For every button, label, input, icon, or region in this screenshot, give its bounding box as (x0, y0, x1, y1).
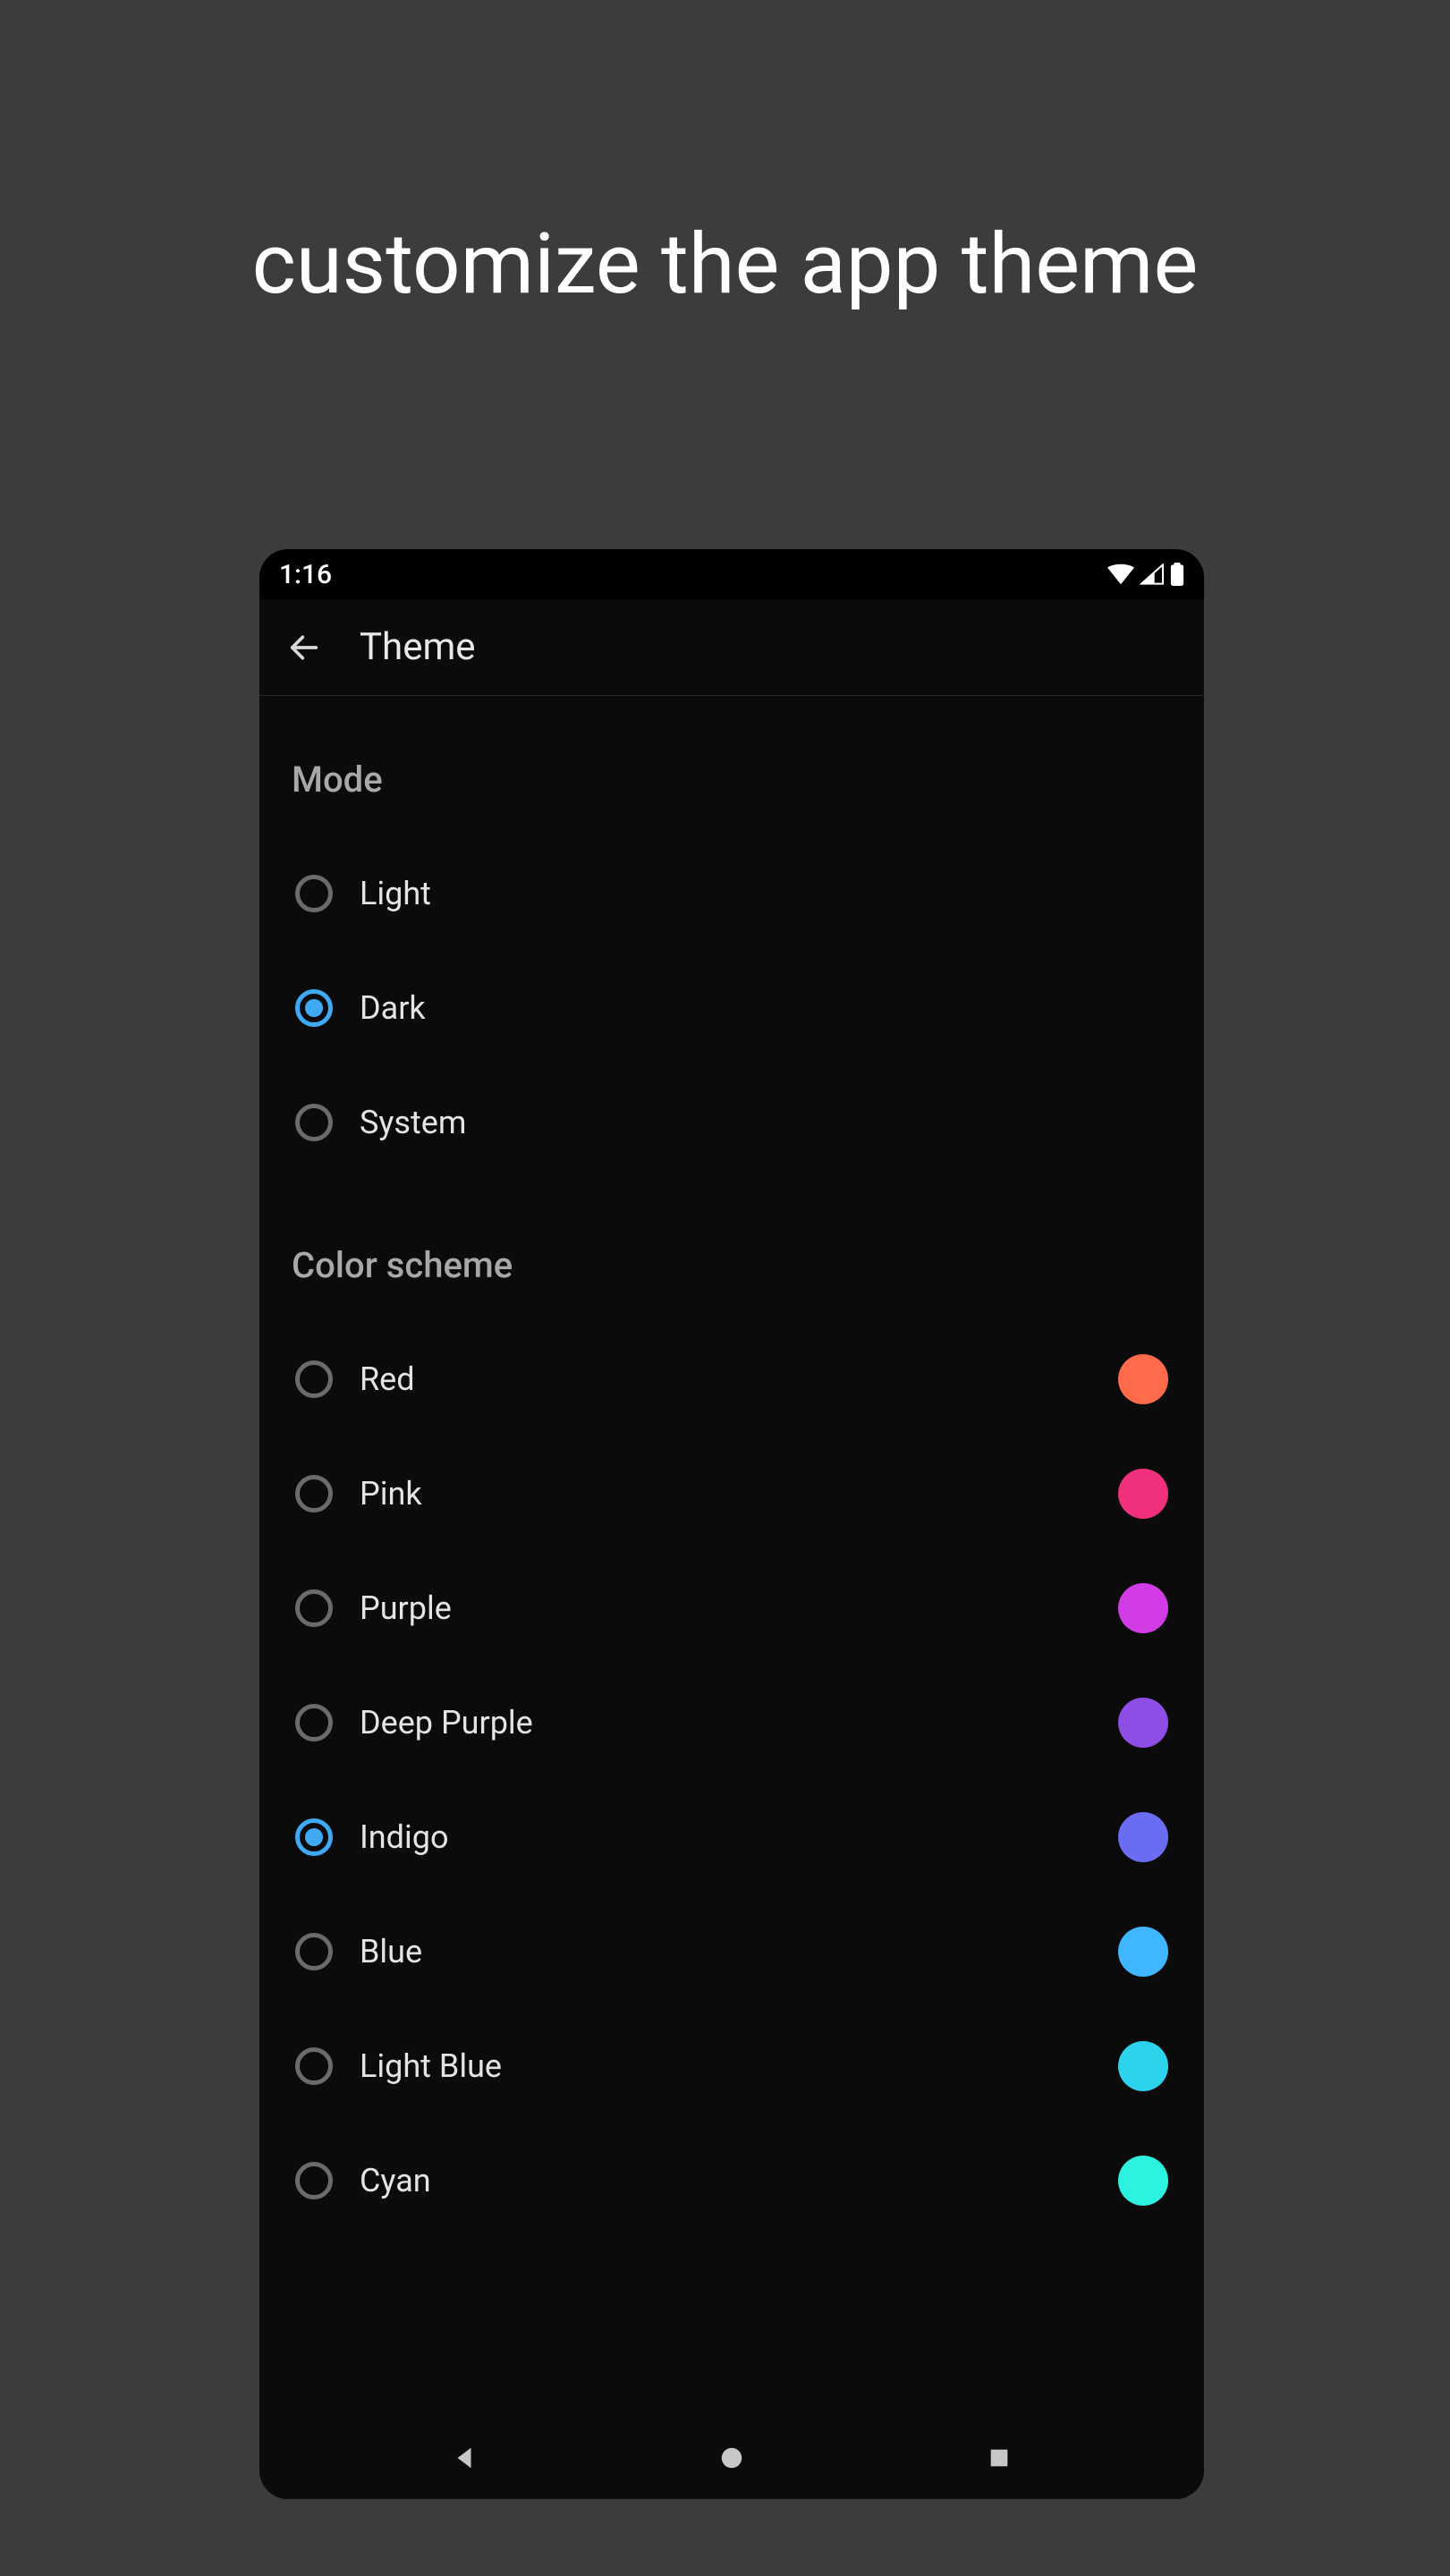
nav-back-button[interactable] (437, 2431, 491, 2485)
app-bar: Theme (259, 599, 1204, 696)
mode-option-light[interactable]: Light (259, 836, 1204, 951)
color-swatch (1118, 1698, 1168, 1748)
triangle-back-icon (451, 2445, 478, 2471)
page-title: Theme (360, 625, 476, 669)
color-swatch (1118, 2156, 1168, 2206)
radio-icon (295, 1104, 333, 1141)
color-option-label: Blue (360, 1933, 1118, 1970)
radio-icon (295, 2162, 333, 2199)
color-option-label: Light Blue (360, 2047, 1118, 2085)
color-option-light-blue[interactable]: Light Blue (259, 2009, 1204, 2123)
color-option-cyan[interactable]: Cyan (259, 2123, 1204, 2238)
back-button[interactable] (284, 628, 324, 667)
status-bar: 1:16 (259, 549, 1204, 599)
radio-icon (295, 2047, 333, 2085)
color-option-pink[interactable]: Pink (259, 1436, 1204, 1551)
mode-option-dark[interactable]: Dark (259, 951, 1204, 1065)
arrow-left-icon (286, 630, 322, 665)
settings-content: Mode Light Dark System Color scheme Red Pin… (259, 696, 1204, 2417)
radio-icon (295, 1589, 333, 1627)
mode-option-label: Light (360, 875, 1168, 912)
radio-icon (295, 875, 333, 912)
color-option-deep-purple[interactable]: Deep Purple (259, 1665, 1204, 1780)
mode-option-label: Dark (360, 989, 1168, 1027)
color-swatch (1118, 1583, 1168, 1633)
nav-home-button[interactable] (705, 2431, 759, 2485)
mode-section-header: Mode (259, 758, 1204, 801)
radio-icon (295, 1360, 333, 1398)
color-option-red[interactable]: Red (259, 1322, 1204, 1436)
color-option-label: Pink (360, 1475, 1118, 1513)
color-option-label: Red (360, 1360, 1118, 1398)
android-nav-bar (259, 2417, 1204, 2499)
radio-icon (295, 989, 333, 1027)
status-time: 1:16 (279, 559, 332, 590)
radio-icon (295, 1933, 333, 1970)
color-option-label: Deep Purple (360, 1704, 1118, 1741)
nav-recents-button[interactable] (972, 2431, 1026, 2485)
color-option-indigo[interactable]: Indigo (259, 1780, 1204, 1894)
phone-frame: 1:16 Theme Mode Light Dark System Color sc… (259, 549, 1204, 2499)
color-section-header: Color scheme (259, 1244, 1204, 1286)
color-option-blue[interactable]: Blue (259, 1894, 1204, 2009)
color-swatch (1118, 1354, 1168, 1404)
radio-icon (295, 1704, 333, 1741)
battery-icon (1170, 563, 1184, 586)
cellular-icon (1140, 564, 1165, 585)
color-option-label: Cyan (360, 2162, 1118, 2199)
color-option-label: Purple (360, 1589, 1118, 1627)
color-swatch (1118, 1469, 1168, 1519)
color-option-label: Indigo (360, 1818, 1118, 1856)
color-swatch (1118, 2041, 1168, 2091)
color-swatch (1118, 1812, 1168, 1862)
mode-option-system[interactable]: System (259, 1065, 1204, 1180)
radio-icon (295, 1475, 333, 1513)
circle-home-icon (718, 2445, 745, 2471)
color-swatch (1118, 1927, 1168, 1977)
mode-option-label: System (360, 1104, 1168, 1141)
wifi-icon (1107, 564, 1134, 585)
square-recents-icon (987, 2445, 1012, 2470)
color-option-purple[interactable]: Purple (259, 1551, 1204, 1665)
promo-caption: customize the app theme (0, 215, 1450, 313)
radio-icon (295, 1818, 333, 1856)
